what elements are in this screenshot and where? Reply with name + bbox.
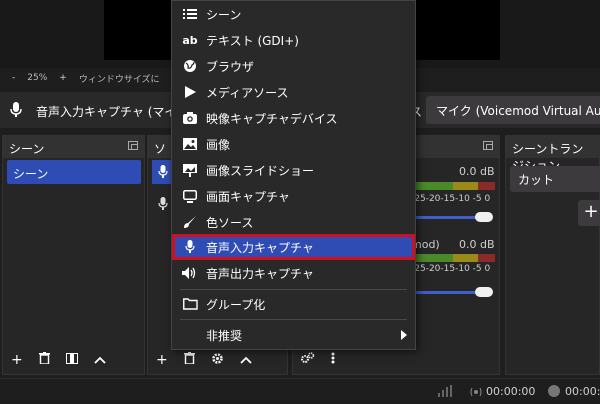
audio-device-select[interactable]: マイク (Voicemod Virtual Audio bbox=[426, 96, 600, 124]
add-transition-button[interactable]: + bbox=[578, 200, 600, 226]
add-icon[interactable]: + bbox=[156, 352, 168, 368]
zoom-out-button[interactable]: - bbox=[12, 73, 15, 83]
microphone-icon bbox=[158, 165, 168, 182]
chevron-up-icon[interactable] bbox=[240, 352, 252, 368]
volume-slider[interactable] bbox=[411, 291, 481, 294]
menu-item-video-capture[interactable]: 映像キャプチャデバイス bbox=[172, 105, 415, 131]
scenes-dock: シーン シーン + bbox=[2, 135, 145, 375]
scenes-toolbar: + bbox=[3, 346, 144, 374]
stream-icon bbox=[470, 386, 482, 400]
slideshow-icon bbox=[182, 163, 198, 177]
menu-item-image-slideshow[interactable]: 画像スライドショー bbox=[172, 157, 415, 183]
menu-separator bbox=[180, 289, 407, 290]
record-icon bbox=[548, 385, 560, 397]
add-source-menu: シーン ab テキスト (GDI+) ブラウザ メディアソース 映像キャプチャデ… bbox=[171, 0, 416, 350]
menu-item-label: ブラウザ bbox=[206, 60, 255, 74]
globe-icon bbox=[182, 59, 198, 73]
menu-item-label: メディアソース bbox=[206, 86, 289, 100]
menu-separator bbox=[180, 319, 407, 320]
transitions-dock: シーントランジション カット + bbox=[505, 135, 600, 375]
scene-list-item[interactable]: シーン bbox=[7, 160, 141, 184]
list-icon bbox=[182, 7, 198, 21]
transition-select[interactable]: カット bbox=[510, 166, 600, 192]
menu-item-media-source[interactable]: メディアソース bbox=[172, 79, 415, 105]
menu-item-display-capture[interactable]: 画面キャプチャ bbox=[172, 183, 415, 209]
level-meter bbox=[411, 182, 495, 190]
menu-item-label: テキスト (GDI+) bbox=[206, 34, 299, 48]
play-icon bbox=[182, 85, 198, 99]
text-icon: ab bbox=[182, 33, 198, 47]
menu-item-label: 音声出力キャプチャ bbox=[206, 267, 314, 281]
fit-window-label[interactable]: ウィンドウサイズに bbox=[79, 72, 160, 85]
menu-item-label: 画像 bbox=[206, 138, 231, 152]
volume-handle[interactable] bbox=[475, 212, 493, 222]
menu-item-browser[interactable]: ブラウザ bbox=[172, 53, 415, 79]
mixer-toolbar bbox=[293, 346, 499, 374]
trash-icon[interactable] bbox=[183, 352, 195, 368]
submenu-arrow-icon bbox=[401, 330, 407, 340]
meter-ticks: -25-20-15-10 -5 0 bbox=[411, 264, 491, 274]
chevron-up-icon[interactable] bbox=[94, 352, 106, 368]
channel-db: 0.0 dB bbox=[459, 238, 495, 251]
scenes-title: シーン bbox=[9, 142, 45, 156]
audio-source-label: 音声入力キャプチャ (マイク bbox=[36, 105, 189, 119]
menu-item-group[interactable]: グループ化 bbox=[172, 291, 415, 317]
microphone-icon bbox=[10, 102, 22, 121]
menu-item-label: 音声入力キャプチャ bbox=[206, 241, 314, 255]
menu-item-label: 映像キャプチャデバイス bbox=[206, 112, 338, 126]
more-options-icon[interactable] bbox=[331, 352, 335, 368]
menu-item-label: 画像スライドショー bbox=[206, 164, 315, 178]
add-icon[interactable]: + bbox=[11, 352, 23, 368]
record-time: 00:00:00 bbox=[565, 385, 600, 398]
sources-title: ソ bbox=[154, 142, 167, 156]
trash-icon[interactable] bbox=[38, 352, 50, 368]
menu-item-audio-output-capture[interactable]: 音声出力キャプチャ bbox=[172, 260, 415, 286]
volume-slider[interactable] bbox=[411, 216, 481, 219]
monitor-icon bbox=[182, 189, 198, 203]
menu-item-audio-input-capture[interactable]: 音声入力キャプチャ bbox=[172, 234, 415, 260]
menu-item-deprecated[interactable]: 非推奨 bbox=[172, 322, 415, 348]
menu-item-label: 非推奨 bbox=[206, 329, 243, 343]
microphone-icon bbox=[182, 240, 198, 254]
meter-ticks: -25-20-15-10 -5 0 bbox=[411, 194, 491, 204]
advanced-audio-icon[interactable] bbox=[301, 352, 315, 368]
filter-icon[interactable] bbox=[65, 352, 78, 368]
menu-item-scene[interactable]: シーン bbox=[172, 1, 415, 27]
menu-item-color-source[interactable]: 色ソース bbox=[172, 209, 415, 235]
menu-item-label: グループ化 bbox=[206, 298, 266, 312]
level-meter bbox=[411, 254, 495, 262]
microphone-icon bbox=[158, 197, 168, 214]
gear-icon[interactable] bbox=[211, 352, 224, 369]
camera-icon bbox=[182, 111, 198, 125]
status-bar: 00:00:00 00:00:00 bbox=[0, 378, 600, 404]
zoom-level: 25% bbox=[27, 73, 48, 83]
menu-item-label: 色ソース bbox=[206, 216, 254, 230]
zoom-in-button[interactable]: + bbox=[59, 73, 67, 83]
brush-icon bbox=[182, 215, 198, 229]
folder-icon bbox=[182, 297, 198, 311]
transitions-dock-title: シーントランジション bbox=[506, 136, 599, 173]
menu-item-text-gdi[interactable]: ab テキスト (GDI+) bbox=[172, 27, 415, 53]
speaker-icon bbox=[182, 266, 198, 280]
stream-time: 00:00:00 bbox=[486, 385, 536, 398]
image-icon bbox=[182, 137, 198, 151]
float-dock-icon[interactable] bbox=[128, 141, 138, 150]
menu-item-label: シーン bbox=[206, 8, 242, 22]
channel-db: 0.0 dB bbox=[459, 165, 495, 178]
volume-handle[interactable] bbox=[475, 287, 493, 297]
scenes-dock-title: シーン bbox=[3, 136, 144, 158]
float-dock-icon[interactable] bbox=[483, 141, 493, 150]
signal-icon bbox=[438, 385, 452, 400]
menu-item-label: 画面キャプチャ bbox=[206, 190, 290, 204]
menu-item-image[interactable]: 画像 bbox=[172, 131, 415, 157]
sources-toolbar: + bbox=[148, 346, 287, 374]
